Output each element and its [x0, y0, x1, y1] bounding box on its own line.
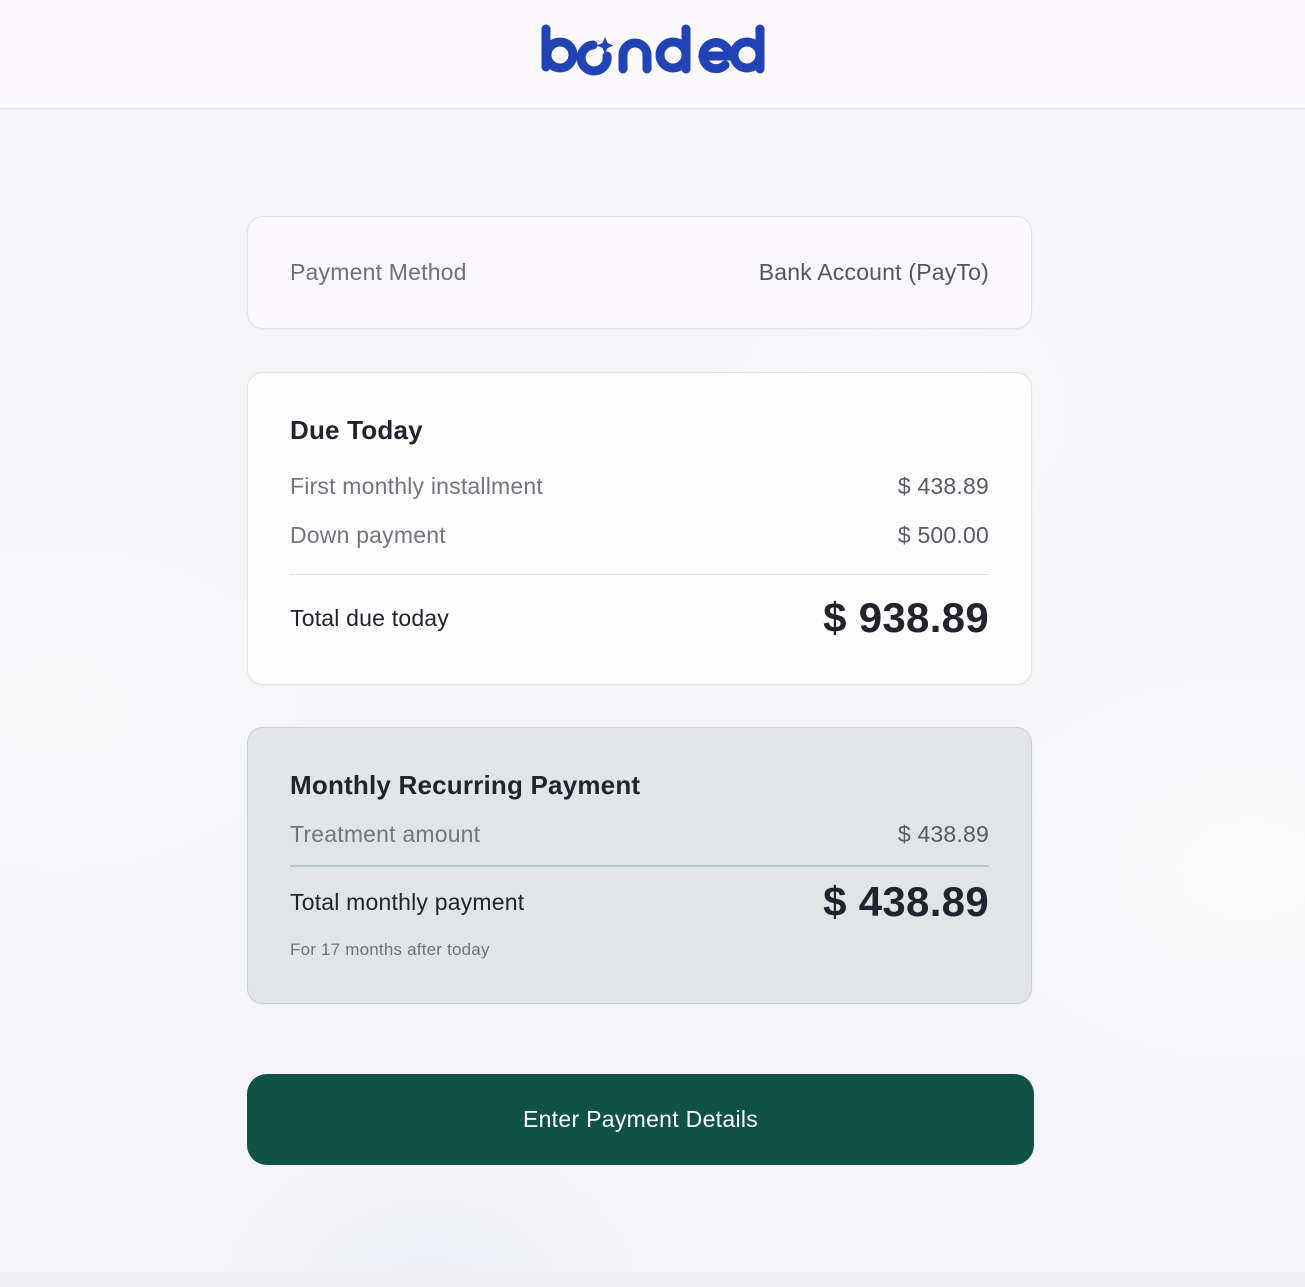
first-installment-value: $ 438.89 — [897, 473, 989, 499]
bonded-logo[interactable] — [539, 23, 769, 83]
payment-method-value: Bank Account (PayTo) — [758, 259, 989, 285]
bottom-strip — [0, 1272, 1305, 1287]
payment-method-label: Payment Method — [290, 259, 467, 285]
down-payment-label: Down payment — [290, 522, 446, 548]
monthly-recurring-card: Monthly Recurring Payment Treatment amou… — [247, 727, 1032, 1004]
total-due-label: Total due today — [290, 604, 450, 631]
down-payment-value: $ 500.00 — [897, 522, 989, 548]
treatment-amount-label: Treatment amount — [290, 821, 481, 847]
due-today-card: Due Today First monthly installment $ 43… — [247, 372, 1032, 685]
treatment-amount-value: $ 438.89 — [897, 821, 989, 847]
due-row-total: Total due today $ 938.89 — [290, 594, 989, 642]
first-installment-label: First monthly installment — [290, 473, 543, 499]
payment-method-card: Payment Method Bank Account (PayTo) — [247, 216, 1032, 329]
monthly-row-treatment: Treatment amount $ 438.89 — [290, 821, 989, 848]
total-due-value: $ 938.89 — [823, 594, 989, 641]
monthly-divider — [290, 865, 989, 867]
monthly-row-total: Total monthly payment $ 438.89 — [290, 878, 989, 926]
total-monthly-label: Total monthly payment — [290, 888, 525, 915]
total-monthly-value: $ 438.89 — [823, 878, 989, 925]
due-row-first-installment: First monthly installment $ 438.89 — [290, 473, 989, 500]
enter-payment-details-button[interactable]: Enter Payment Details — [247, 1074, 1034, 1165]
due-today-title: Due Today — [290, 415, 423, 445]
monthly-duration-note: For 17 months after today — [290, 940, 490, 959]
due-divider — [290, 574, 989, 575]
bonded-logo-mark — [541, 24, 764, 76]
monthly-title: Monthly Recurring Payment — [290, 770, 641, 800]
due-row-down-payment: Down payment $ 500.00 — [290, 522, 989, 549]
top-header — [0, 0, 1305, 109]
